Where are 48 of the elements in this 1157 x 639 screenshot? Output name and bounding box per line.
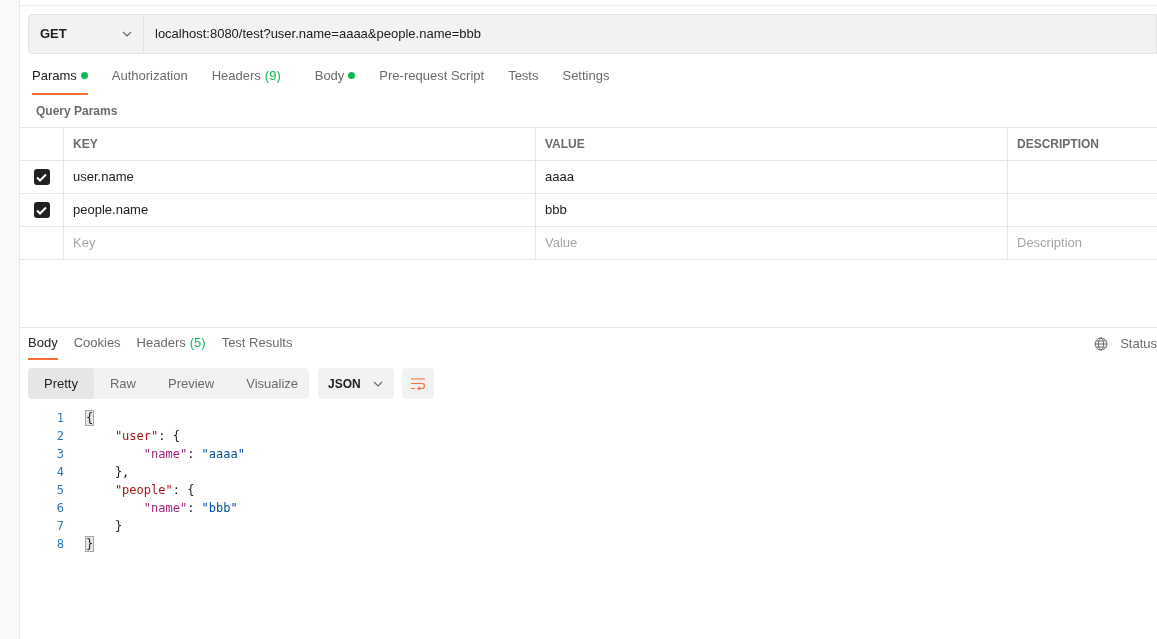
view-mode-tab[interactable]: Visualize xyxy=(230,368,315,399)
input-field[interactable]: Key xyxy=(73,233,526,253)
line-number: 6 xyxy=(55,500,64,517)
code-line: "user": { xyxy=(113,428,180,445)
line-number: 5 xyxy=(55,482,64,499)
view-mode-tab[interactable]: Pretty xyxy=(28,368,94,399)
request-tab[interactable]: Pre-request Script xyxy=(379,65,485,95)
table-cell-text: people.name xyxy=(73,201,149,220)
wrap-lines-button[interactable] xyxy=(402,368,434,399)
request-tab[interactable]: Settings xyxy=(562,65,610,95)
response-tab[interactable]: Cookies xyxy=(73,328,121,360)
wrap-lines-icon xyxy=(410,377,426,390)
format-dropdown[interactable]: JSON xyxy=(318,368,394,399)
chevron-down-icon xyxy=(372,380,383,387)
code-line: } xyxy=(113,518,123,535)
section-title: Query Params xyxy=(36,103,118,120)
view-mode-tab[interactable]: Preview xyxy=(152,368,231,399)
line-number: 4 xyxy=(55,464,64,481)
request-tab[interactable]: Tests xyxy=(508,65,539,95)
column-header: DESCRIPTION xyxy=(1017,136,1099,153)
response-tab[interactable]: Headers (5) xyxy=(136,328,206,360)
code-line: }, xyxy=(113,464,130,481)
line-number: 2 xyxy=(55,428,64,445)
code-line: "name": "aaaa" xyxy=(142,446,245,463)
table-cell-text: user.name xyxy=(73,168,134,187)
line-number: 8 xyxy=(55,536,64,553)
column-header: KEY xyxy=(73,136,98,153)
line-number: 1 xyxy=(55,410,64,427)
globe-icon xyxy=(1094,337,1109,351)
code-line: "name": "bbb" xyxy=(142,500,238,517)
request-tab[interactable]: Authorization xyxy=(111,65,188,95)
input-field[interactable]: Description xyxy=(1017,233,1148,253)
checkbox[interactable] xyxy=(33,202,50,218)
view-mode-tab[interactable]: Raw xyxy=(93,368,152,399)
request-tab[interactable]: Params xyxy=(32,65,88,95)
request-tab[interactable]: Body xyxy=(314,65,356,95)
code-line: "people": { xyxy=(113,482,195,499)
request-tab[interactable]: Headers (9) xyxy=(211,65,281,95)
status-label: Status xyxy=(1120,335,1157,354)
table-cell-text: aaaa xyxy=(545,168,574,187)
response-tab[interactable]: Body xyxy=(28,328,58,360)
checkbox[interactable] xyxy=(33,169,50,185)
line-number: 3 xyxy=(55,446,64,463)
response-tab[interactable]: Test Results xyxy=(221,328,293,360)
table-cell-text: bbb xyxy=(545,201,567,220)
input-field[interactable]: Value xyxy=(545,233,998,253)
line-number: 7 xyxy=(55,518,64,535)
column-header: VALUE xyxy=(545,136,585,153)
